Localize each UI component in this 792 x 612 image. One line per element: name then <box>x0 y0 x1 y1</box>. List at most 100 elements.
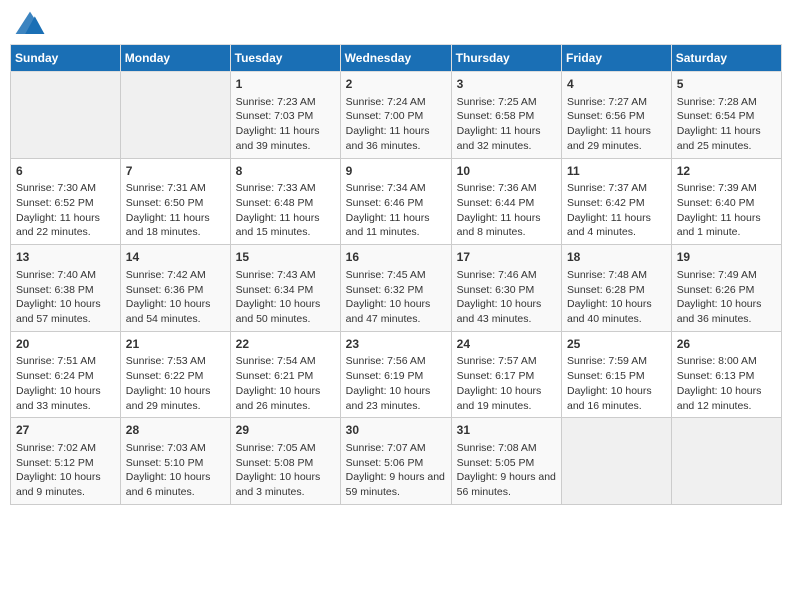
sunrise: Sunrise: 7:08 AM <box>457 442 537 454</box>
calendar-cell: 27Sunrise: 7:02 AMSunset: 5:12 PMDayligh… <box>11 418 121 505</box>
sunset: Sunset: 5:05 PM <box>457 457 535 469</box>
daylight: Daylight: 11 hours and 39 minutes. <box>236 125 320 152</box>
daylight: Daylight: 11 hours and 29 minutes. <box>567 125 651 152</box>
day-number: 10 <box>457 163 556 180</box>
sunrise: Sunrise: 7:57 AM <box>457 355 537 367</box>
sunrise: Sunrise: 7:27 AM <box>567 96 647 108</box>
sunrise: Sunrise: 7:03 AM <box>126 442 206 454</box>
day-number: 22 <box>236 336 335 353</box>
daylight: Daylight: 10 hours and 47 minutes. <box>346 298 431 325</box>
sunset: Sunset: 6:30 PM <box>457 284 535 296</box>
calendar-week-row: 20Sunrise: 7:51 AMSunset: 6:24 PMDayligh… <box>11 331 782 418</box>
calendar-cell: 9Sunrise: 7:34 AMSunset: 6:46 PMDaylight… <box>340 158 451 245</box>
daylight: Daylight: 10 hours and 19 minutes. <box>457 385 542 412</box>
sunset: Sunset: 6:40 PM <box>677 197 755 209</box>
day-number: 13 <box>16 249 115 266</box>
sunrise: Sunrise: 8:00 AM <box>677 355 757 367</box>
daylight: Daylight: 10 hours and 29 minutes. <box>126 385 211 412</box>
sunrise: Sunrise: 7:46 AM <box>457 269 537 281</box>
day-number: 30 <box>346 422 446 439</box>
day-number: 7 <box>126 163 225 180</box>
daylight: Daylight: 10 hours and 23 minutes. <box>346 385 431 412</box>
daylight: Daylight: 11 hours and 11 minutes. <box>346 212 430 239</box>
sunrise: Sunrise: 7:48 AM <box>567 269 647 281</box>
calendar-week-row: 27Sunrise: 7:02 AMSunset: 5:12 PMDayligh… <box>11 418 782 505</box>
calendar-cell: 18 Sunrise: 7:48 AM Sunset: 6:28 PM Dayligh… <box>562 245 672 332</box>
sunrise: Sunrise: 7:51 AM <box>16 355 96 367</box>
daylight: Daylight: 11 hours and 15 minutes. <box>236 212 320 239</box>
day-number: 8 <box>236 163 335 180</box>
calendar-cell: 22Sunrise: 7:54 AMSunset: 6:21 PMDayligh… <box>230 331 340 418</box>
sunrise: Sunrise: 7:34 AM <box>346 182 426 194</box>
sunset: Sunset: 6:48 PM <box>236 197 314 209</box>
daylight: Daylight: 10 hours and 54 minutes. <box>126 298 211 325</box>
sunset: Sunset: 6:13 PM <box>677 370 755 382</box>
day-number: 2 <box>346 76 446 93</box>
calendar-cell <box>11 72 121 159</box>
calendar-cell: 1Sunrise: 7:23 AMSunset: 7:03 PMDaylight… <box>230 72 340 159</box>
day-number: 3 <box>457 76 556 93</box>
sunrise: Sunrise: 7:07 AM <box>346 442 426 454</box>
calendar-table: SundayMondayTuesdayWednesdayThursdayFrid… <box>10 44 782 505</box>
day-number: 28 <box>126 422 225 439</box>
daylight: Daylight: 11 hours and 22 minutes. <box>16 212 100 239</box>
day-number: 14 <box>126 249 225 266</box>
daylight: Daylight: 10 hours and 3 minutes. <box>236 471 321 498</box>
day-number: 31 <box>457 422 556 439</box>
day-header-thursday: Thursday <box>451 45 561 72</box>
day-number: 19 <box>677 249 776 266</box>
daylight: Daylight: 10 hours and 9 minutes. <box>16 471 101 498</box>
daylight: Daylight: 9 hours and 59 minutes. <box>346 471 445 498</box>
sunrise: Sunrise: 7:40 AM <box>16 269 96 281</box>
calendar-cell: 21Sunrise: 7:53 AMSunset: 6:22 PMDayligh… <box>120 331 230 418</box>
calendar-cell: 26Sunrise: 8:00 AMSunset: 6:13 PMDayligh… <box>671 331 781 418</box>
calendar-cell: 4Sunrise: 7:27 AMSunset: 6:56 PMDaylight… <box>562 72 672 159</box>
day-header-saturday: Saturday <box>671 45 781 72</box>
sunrise: Sunrise: 7:23 AM <box>236 96 316 108</box>
daylight: Daylight: 11 hours and 4 minutes. <box>567 212 651 239</box>
day-number: 29 <box>236 422 335 439</box>
calendar-header-row: SundayMondayTuesdayWednesdayThursdayFrid… <box>11 45 782 72</box>
calendar-cell: 6Sunrise: 7:30 AMSunset: 6:52 PMDaylight… <box>11 158 121 245</box>
sunset: Sunset: 6:44 PM <box>457 197 535 209</box>
sunset: Sunset: 6:15 PM <box>567 370 645 382</box>
sunrise: Sunrise: 7:42 AM <box>126 269 206 281</box>
calendar-cell: 28Sunrise: 7:03 AMSunset: 5:10 PMDayligh… <box>120 418 230 505</box>
sunset: Sunset: 6:50 PM <box>126 197 204 209</box>
calendar-cell: 29 Sunrise: 7:05 AM Sunset: 5:08 PM Dayligh… <box>230 418 340 505</box>
sunrise: Sunrise: 7:02 AM <box>16 442 96 454</box>
day-number: 9 <box>346 163 446 180</box>
day-number: 15 <box>236 249 335 266</box>
calendar-cell: 16Sunrise: 7:45 AMSunset: 6:32 PMDayligh… <box>340 245 451 332</box>
calendar-cell: 10Sunrise: 7:36 AMSunset: 6:44 PMDayligh… <box>451 158 561 245</box>
day-number: 11 <box>567 163 666 180</box>
page-header <box>10 10 782 38</box>
daylight: Daylight: 10 hours and 12 minutes. <box>677 385 762 412</box>
sunset: Sunset: 6:36 PM <box>126 284 204 296</box>
calendar-cell: 5Sunrise: 7:28 AMSunset: 6:54 PMDaylight… <box>671 72 781 159</box>
calendar-cell: 3Sunrise: 7:25 AMSunset: 6:58 PMDaylight… <box>451 72 561 159</box>
sunset: Sunset: 5:08 PM <box>236 457 314 469</box>
calendar-week-row: 6Sunrise: 7:30 AMSunset: 6:52 PMDaylight… <box>11 158 782 245</box>
sunrise: Sunrise: 7:05 AM <box>236 442 316 454</box>
calendar-cell: 12Sunrise: 7:39 AMSunset: 6:40 PMDayligh… <box>671 158 781 245</box>
daylight: Daylight: 10 hours and 40 minutes. <box>567 298 652 325</box>
sunrise: Sunrise: 7:59 AM <box>567 355 647 367</box>
daylight: Daylight: 9 hours and 56 minutes. <box>457 471 556 498</box>
sunset: Sunset: 6:21 PM <box>236 370 314 382</box>
sunset: Sunset: 6:52 PM <box>16 197 94 209</box>
sunset: Sunset: 6:38 PM <box>16 284 94 296</box>
calendar-cell: 20Sunrise: 7:51 AMSunset: 6:24 PMDayligh… <box>11 331 121 418</box>
daylight: Daylight: 10 hours and 16 minutes. <box>567 385 652 412</box>
day-number: 12 <box>677 163 776 180</box>
sunset: Sunset: 6:28 PM <box>567 284 645 296</box>
sunset: Sunset: 5:10 PM <box>126 457 204 469</box>
day-number: 20 <box>16 336 115 353</box>
sunrise: Sunrise: 7:33 AM <box>236 182 316 194</box>
day-number: 18 <box>567 249 666 266</box>
day-number: 23 <box>346 336 446 353</box>
sunset: Sunset: 5:12 PM <box>16 457 94 469</box>
sunset: Sunset: 6:58 PM <box>457 110 535 122</box>
logo <box>14 10 50 38</box>
daylight: Daylight: 11 hours and 36 minutes. <box>346 125 430 152</box>
